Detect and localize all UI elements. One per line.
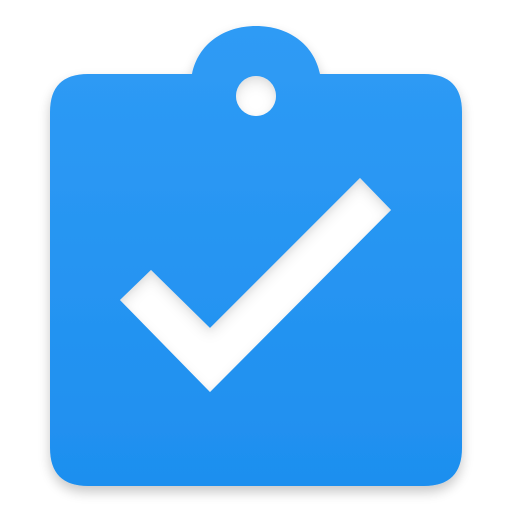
- clipboard-check-icon: [50, 26, 462, 486]
- hanging-hole: [236, 76, 276, 116]
- app-icon-canvas: [0, 0, 512, 512]
